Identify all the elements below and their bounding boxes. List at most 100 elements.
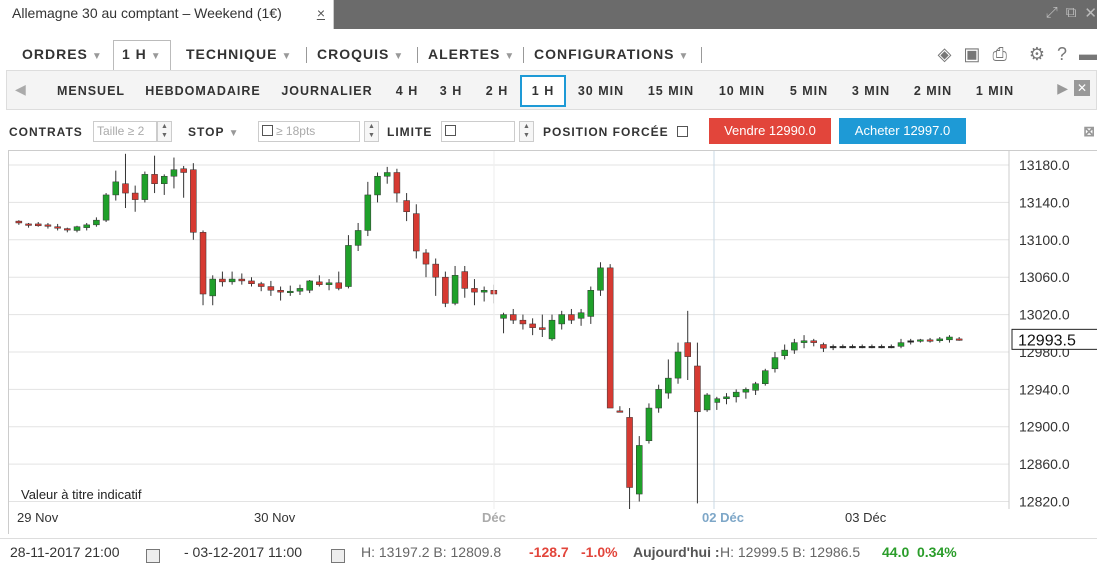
- current-price-label: 12993.5: [1018, 332, 1076, 349]
- candle-body: [287, 290, 294, 293]
- candle-body: [170, 169, 178, 177]
- position-forcee-label: POSITION FORCÉE: [543, 125, 669, 139]
- limite-input[interactable]: [441, 121, 515, 142]
- candle-body: [684, 342, 691, 357]
- tf-3min[interactable]: 3 MIN: [847, 75, 895, 107]
- stop-label[interactable]: STOP ▼: [188, 125, 240, 139]
- candle-body: [15, 220, 23, 224]
- menu-technique[interactable]: TECHNIQUE ▼: [186, 41, 292, 70]
- candle-body: [820, 344, 827, 349]
- buy-button[interactable]: Acheter 12997.0: [839, 118, 966, 144]
- candle-body: [102, 194, 110, 221]
- menu-croquis[interactable]: CROQUIS ▼: [317, 41, 404, 70]
- image-icon[interactable]: ▣: [963, 44, 980, 65]
- menu-configurations[interactable]: CONFIGURATIONS ▼: [534, 41, 689, 70]
- stop-stepper[interactable]: ▲ ▼: [364, 121, 379, 142]
- menu-timeframe[interactable]: 1 H ▼: [113, 40, 171, 71]
- close-window-icon[interactable]: ✕: [1084, 4, 1097, 22]
- tf-journalier[interactable]: JOURNALIER: [277, 75, 377, 107]
- candle-body: [393, 172, 401, 194]
- candle-body: [626, 417, 633, 488]
- toolbar-icons: ◈ ▣ ⎙ ⚙ ? ▬: [938, 44, 1097, 65]
- candle-body: [713, 398, 721, 403]
- today-high-low: H: 12999.5 B: 12986.5: [720, 544, 861, 560]
- tf-1min[interactable]: 1 MIN: [971, 75, 1019, 107]
- candle-body: [888, 346, 895, 349]
- scroll-left-icon[interactable]: ◀: [15, 81, 26, 98]
- tf-mensuel[interactable]: MENSUEL: [51, 75, 131, 107]
- tf-30min[interactable]: 30 MIN: [571, 75, 631, 107]
- menu-alertes[interactable]: ALERTES ▼: [428, 41, 515, 70]
- quantity-stepper[interactable]: ▲ ▼: [157, 121, 172, 142]
- candle-body: [500, 314, 507, 319]
- date-to[interactable]: - 03-12-2017 11:00: [184, 544, 302, 560]
- candle-body: [791, 342, 798, 351]
- stop-label-text: STOP: [188, 125, 225, 139]
- candle-body: [723, 396, 730, 399]
- close-icon[interactable]: ✕: [1074, 80, 1090, 96]
- candle-body: [946, 336, 953, 341]
- tf-4h[interactable]: 4 H: [391, 75, 423, 107]
- candle-body: [306, 280, 313, 291]
- x-tick-label: 02 Déc: [702, 510, 744, 525]
- candle-body: [161, 175, 168, 184]
- quantity-input[interactable]: Taille ≥ 2: [93, 121, 157, 142]
- tf-3h[interactable]: 3 H: [435, 75, 467, 107]
- chart-footer: 28-11-2017 21:00 - 03-12-2017 11:00 H: 1…: [0, 538, 1097, 567]
- today-change: 44.0: [882, 544, 910, 560]
- scroll-right-icon[interactable]: ▶: [1057, 80, 1068, 97]
- menu-ordres-label: ORDRES: [22, 46, 88, 62]
- gear-icon[interactable]: ⚙: [1029, 44, 1045, 65]
- candle-body: [422, 252, 430, 265]
- position-forcee[interactable]: POSITION FORCÉE: [543, 125, 691, 139]
- chart-canvas[interactable]: 13180.013140.013100.013060.013020.012980…: [9, 151, 1097, 535]
- close-order-icon[interactable]: ⊠: [1083, 123, 1095, 140]
- indicative-note: Valeur à titre indicatif: [21, 487, 142, 502]
- chart-tab[interactable]: Allemagne 30 au comptant – Weekend (1€) …: [0, 0, 334, 29]
- candle-body: [451, 275, 459, 304]
- tf-15min[interactable]: 15 MIN: [643, 75, 699, 107]
- candle-body: [335, 282, 342, 289]
- order-bar: CONTRATS Taille ≥ 2 ▲ ▼ STOP ▼ ≥ 18pts ▲ ▼…: [0, 116, 1097, 148]
- tf-10min[interactable]: 10 MIN: [713, 75, 771, 107]
- candle-body: [383, 172, 391, 177]
- candle-body: [122, 183, 129, 194]
- help-icon[interactable]: ?: [1057, 44, 1067, 65]
- layers-icon[interactable]: ◈: [938, 44, 952, 65]
- chat-icon[interactable]: ▬: [1079, 44, 1097, 65]
- candle-body: [141, 174, 149, 200]
- candle-body: [926, 339, 934, 342]
- candle-body: [868, 346, 876, 349]
- stop-input[interactable]: ≥ 18pts: [258, 121, 360, 142]
- position-checkbox[interactable]: [677, 126, 689, 137]
- chevron-down-icon: ▼: [150, 51, 162, 62]
- period-change-pct: -1.0%: [581, 544, 618, 560]
- menu-bar: ORDRES ▼ 1 H ▼ TECHNIQUE ▼ CROQUIS ▼ ALERTES…: [0, 36, 1097, 71]
- candle-body: [296, 288, 304, 292]
- tf-1h[interactable]: 1 H: [520, 75, 566, 107]
- tf-5min[interactable]: 5 MIN: [785, 75, 833, 107]
- stop-checkbox[interactable]: [262, 125, 273, 136]
- price-chart[interactable]: 13180.0 13140.0 13100.0 13060.0 13020.0 12980…: [8, 150, 1097, 534]
- tf-hebdomadaire[interactable]: HEBDOMADAIRE: [141, 75, 265, 107]
- menu-ordres[interactable]: ORDRES ▼: [22, 41, 103, 70]
- candle-body: [403, 200, 410, 213]
- menu-divider: [417, 47, 418, 63]
- candle-body: [345, 245, 352, 287]
- candle-body: [316, 281, 323, 285]
- tf-2h[interactable]: 2 H: [481, 75, 513, 107]
- print-icon[interactable]: ⎙: [992, 44, 1006, 65]
- candle-body: [616, 410, 624, 413]
- date-from[interactable]: 28-11-2017 21:00: [10, 544, 120, 560]
- x-tick-label: Déc: [482, 510, 506, 525]
- close-tab-icon[interactable]: ×: [317, 0, 325, 27]
- sell-button[interactable]: Vendre 12990.0: [709, 118, 831, 144]
- limite-checkbox[interactable]: [445, 125, 456, 136]
- candle-body: [839, 346, 847, 349]
- popout-icon[interactable]: ⧉: [1066, 4, 1077, 22]
- candle-body: [209, 278, 216, 297]
- candle-body: [44, 224, 52, 227]
- expand-icon[interactable]: ⤢: [1046, 4, 1058, 22]
- tf-2min[interactable]: 2 MIN: [909, 75, 957, 107]
- limite-stepper[interactable]: ▲ ▼: [519, 121, 534, 142]
